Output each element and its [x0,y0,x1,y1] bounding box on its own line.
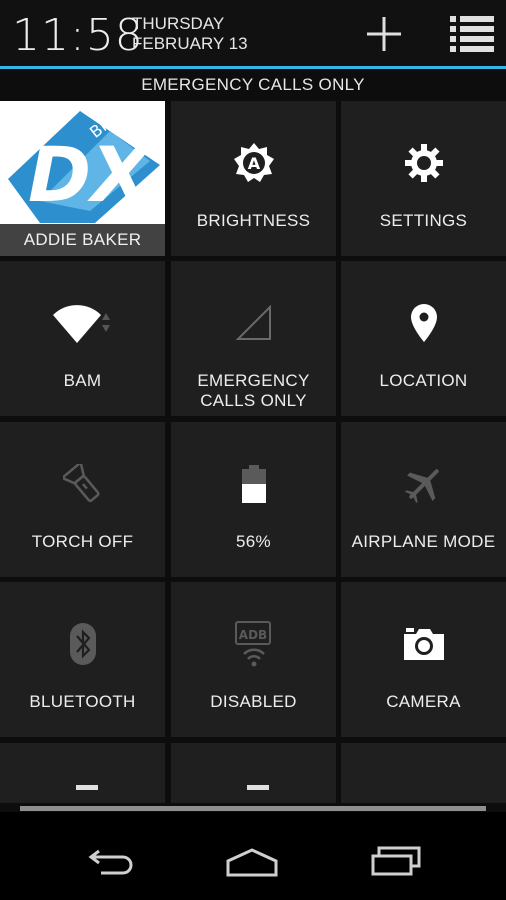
user-name: ADDIE BAKER [0,224,165,256]
cell-signal-label: EMERGENCY CALLS ONLY [175,371,332,411]
back-icon[interactable] [82,842,142,882]
extra-tile-2-icon [247,785,269,790]
location-pin-icon [341,299,506,347]
list-settings-icon[interactable] [448,12,496,56]
settings-tile[interactable]: SETTINGS [341,101,506,256]
cell-signal-tile[interactable]: EMERGENCY CALLS ONLY [171,261,336,416]
extra-tile-1[interactable] [0,743,165,803]
drag-handle[interactable] [20,806,486,811]
home-icon[interactable] [222,842,282,882]
battery-label: 56% [236,532,271,551]
user-avatar: DX BIG [0,101,165,224]
location-label: LOCATION [379,371,468,390]
date-block[interactable]: THURSDAY FEBRUARY 13 [132,14,248,54]
adb-tile[interactable]: ADB DISABLED [171,582,336,737]
recents-icon[interactable] [366,842,426,882]
date-label: FEBRUARY 13 [132,34,248,53]
settings-label: SETTINGS [379,211,468,230]
plus-icon[interactable] [362,12,406,56]
svg-text:A: A [247,154,260,173]
extra-tile-1-icon [76,785,98,790]
extra-tile-2[interactable] [171,743,336,803]
bluetooth-tile[interactable]: BLUETOOTH [0,582,165,737]
day-label: THURSDAY [132,14,225,33]
clock[interactable]: 11:58 [12,10,144,62]
navigation-bar [0,812,506,900]
bluetooth-icon [0,620,165,668]
camera-icon [341,620,506,668]
cell-signal-label-line2: CALLS ONLY [200,391,307,410]
gear-icon [341,139,506,187]
brightness-auto-icon: A [171,139,336,187]
adb-icon: ADB [171,620,336,668]
torch-tile[interactable]: TORCH OFF [0,422,165,577]
wifi-icon [0,299,165,347]
cell-signal-label-line1: EMERGENCY [197,371,310,390]
carrier-label: EMERGENCY CALLS ONLY [0,69,506,101]
torch-label: TORCH OFF [31,532,134,551]
location-tile[interactable]: LOCATION [341,261,506,416]
brightness-tile[interactable]: A BRIGHTNESS [171,101,336,256]
flashlight-icon [0,460,165,508]
airplane-tile[interactable]: AIRPLANE MODE [341,422,506,577]
wifi-label: BAM [63,371,102,390]
airplane-icon [341,460,506,508]
user-tile[interactable]: DX BIG ADDIE BAKER [0,101,165,256]
adb-icon-text: ADB [238,628,266,642]
camera-label: CAMERA [386,692,461,711]
avatar-logo: DX [28,130,153,219]
camera-tile[interactable]: CAMERA [341,582,506,737]
quick-settings-screen: 11:58 THURSDAY FEBRUARY 13 EMERGENCY CAL… [0,0,506,900]
wifi-tile[interactable]: BAM [0,261,165,416]
notification-header: 11:58 THURSDAY FEBRUARY 13 [0,0,506,66]
airplane-label: AIRPLANE MODE [351,532,496,551]
extra-tile-3[interactable] [341,743,506,803]
adb-label: DISABLED [210,692,297,711]
battery-tile[interactable]: 56% [171,422,336,577]
cell-signal-icon [171,299,336,347]
brightness-label: BRIGHTNESS [196,211,311,230]
battery-icon [171,460,336,508]
bluetooth-label: BLUETOOTH [29,692,136,711]
